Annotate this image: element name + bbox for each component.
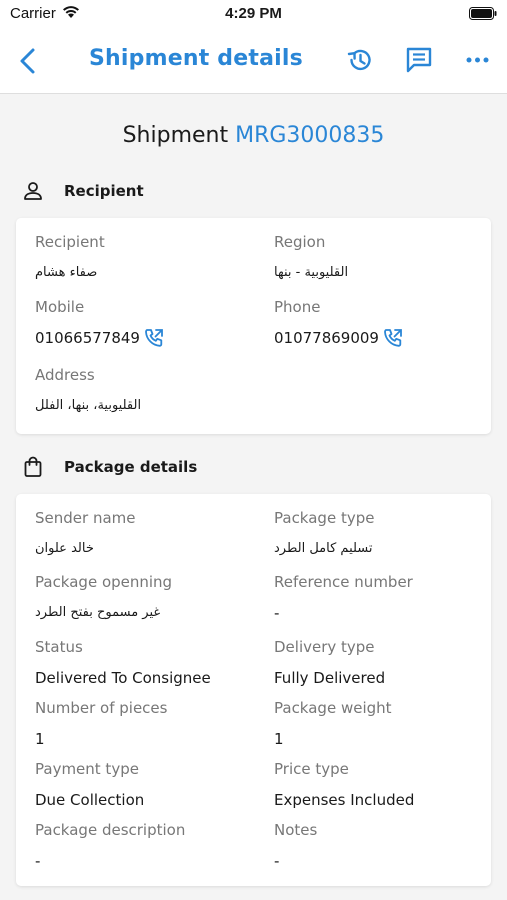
address-value: القليوبية، بنها، الفلل <box>35 398 142 413</box>
sender-name-field: Sender name خالد علوان <box>35 509 260 556</box>
phone-value[interactable]: 01077869009 <box>274 329 379 347</box>
package-opening-label: Package openning <box>35 573 173 591</box>
person-icon <box>24 182 42 200</box>
recipient-value: صفاء هشام <box>35 265 98 280</box>
weight-label: Package weight <box>274 699 392 717</box>
recipient-section-title: Recipient <box>64 182 144 200</box>
clock: 4:29 PM <box>225 5 282 22</box>
package-section-header: Package details <box>0 453 507 483</box>
recipient-label: Recipient <box>35 233 105 251</box>
reference-number-label: Reference number <box>274 573 413 591</box>
recipient-card: Recipient صفاء هشام Region القليوبية - ب… <box>16 218 491 434</box>
page-title: Shipment details <box>89 46 303 71</box>
payment-type-label: Payment type <box>35 760 139 778</box>
pieces-label: Number of pieces <box>35 699 168 717</box>
package-opening-value: غير مسموح بفتح الطرد <box>35 605 161 620</box>
shipment-code[interactable]: MRG3000835 <box>235 123 384 148</box>
package-section-title: Package details <box>64 458 198 476</box>
region-field: Region القليوبية - بنها <box>274 233 499 280</box>
price-type-label: Price type <box>274 760 349 778</box>
region-label: Region <box>274 233 326 251</box>
sender-name-value: خالد علوان <box>35 541 94 556</box>
phone-label: Phone <box>274 298 321 316</box>
battery-icon <box>469 7 497 20</box>
mobile-field: Mobile 01066577849 <box>35 298 260 349</box>
payment-type-value: Due Collection <box>35 791 145 809</box>
package-type-value: تسليم كامل الطرد <box>274 541 373 556</box>
status-bar: Carrier 4:29 PM <box>0 0 507 28</box>
notes-field: Notes - <box>274 821 499 870</box>
sender-name-label: Sender name <box>35 509 136 527</box>
delivery-type-value: Fully Delivered <box>274 669 386 687</box>
reference-number-value: - <box>274 604 280 622</box>
status-field: Status Delivered To Consignee <box>35 638 260 687</box>
description-label: Package description <box>35 821 186 839</box>
price-type-value: Expenses Included <box>274 791 415 809</box>
pieces-value: 1 <box>35 730 45 748</box>
status-value: Delivered To Consignee <box>35 669 211 687</box>
delivery-type-field: Delivery type Fully Delivered <box>274 638 499 687</box>
price-type-field: Price type Expenses Included <box>274 760 499 809</box>
package-type-field: Package type تسليم كامل الطرد <box>274 509 499 556</box>
history-icon[interactable] <box>345 45 375 75</box>
delivery-type-label: Delivery type <box>274 638 375 656</box>
phone-call-icon[interactable] <box>143 327 165 349</box>
package-card: Sender name خالد علوان Package type تسلي… <box>16 494 491 886</box>
package-type-label: Package type <box>274 509 375 527</box>
pieces-field: Number of pieces 1 <box>35 699 260 748</box>
mobile-value[interactable]: 01066577849 <box>35 329 140 347</box>
notes-value: - <box>274 852 280 870</box>
weight-value: 1 <box>274 730 284 748</box>
recipient-field: Recipient صفاء هشام <box>35 233 260 280</box>
shipment-heading: Shipment MRG3000835 <box>0 123 507 148</box>
status-label: Status <box>35 638 83 656</box>
weight-field: Package weight 1 <box>274 699 499 748</box>
description-value: - <box>35 852 41 870</box>
chat-icon[interactable] <box>404 45 434 75</box>
phone-call-icon[interactable] <box>382 327 404 349</box>
navigation-bar: Shipment details <box>0 28 507 94</box>
payment-type-field: Payment type Due Collection <box>35 760 260 809</box>
back-chevron-icon[interactable] <box>14 46 42 76</box>
shopping-bag-icon <box>24 456 42 477</box>
region-value: القليوبية - بنها <box>274 265 349 280</box>
mobile-label: Mobile <box>35 298 85 316</box>
notes-label: Notes <box>274 821 318 839</box>
address-label: Address <box>35 366 95 384</box>
description-field: Package description - <box>35 821 260 870</box>
address-field: Address القليوبية، بنها، الفلل <box>35 366 475 413</box>
more-icon[interactable] <box>463 45 493 75</box>
package-opening-field: Package openning غير مسموح بفتح الطرد <box>35 573 260 620</box>
shipment-label: Shipment <box>122 123 229 148</box>
reference-number-field: Reference number - <box>274 573 499 622</box>
recipient-section-header: Recipient <box>0 177 507 207</box>
phone-field: Phone 01077869009 <box>274 298 499 349</box>
